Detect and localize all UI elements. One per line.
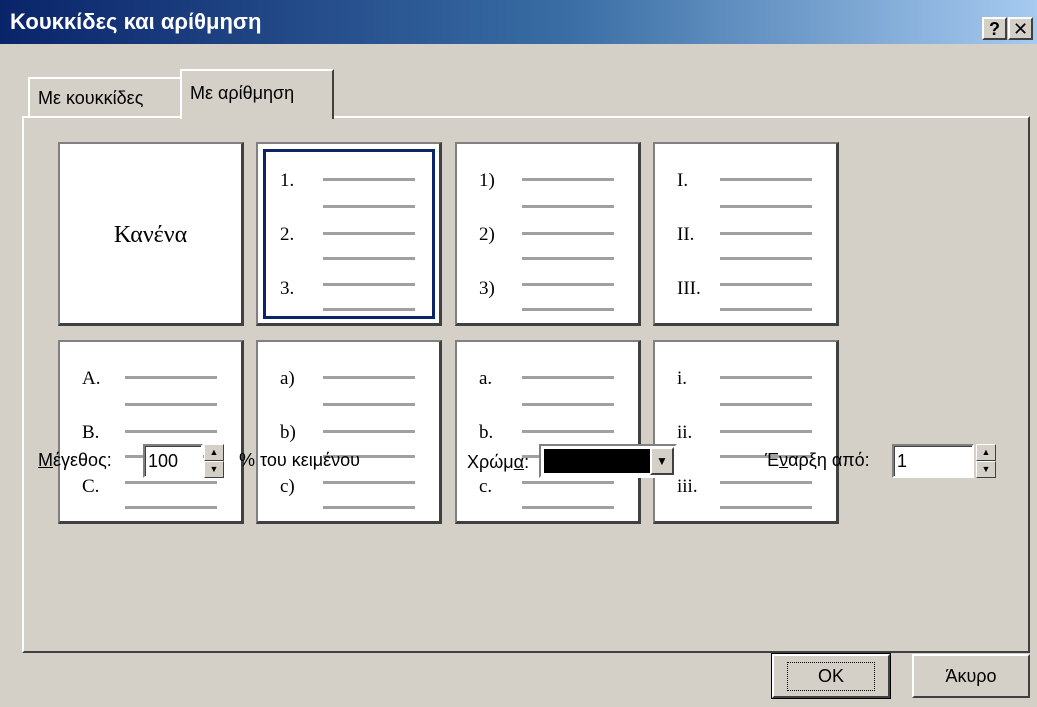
spin-up-icon[interactable]: ▲ (976, 444, 996, 461)
size-suffix: % του κειμένου (239, 450, 360, 470)
style-decimal-paren[interactable]: 1) 2) 3) (455, 142, 641, 326)
close-icon: ✕ (1012, 18, 1029, 39)
text-line (720, 403, 812, 406)
size-input[interactable]: 100 (143, 444, 203, 478)
marker: 2) (479, 224, 495, 245)
tab-bullets-label: Με κουκκίδες (38, 88, 144, 108)
text-line (720, 506, 812, 509)
text-line (323, 403, 415, 406)
help-button[interactable]: ? (982, 17, 1007, 40)
marker: a) (280, 368, 295, 389)
text-line (720, 430, 812, 433)
marker: 3) (479, 278, 495, 299)
text-line (323, 257, 415, 260)
text-line (522, 481, 614, 484)
start-at-spinner[interactable]: ▲ ▼ (976, 444, 996, 478)
marker: 2. (280, 224, 295, 245)
text-line (522, 376, 614, 379)
marker: III. (677, 278, 701, 299)
marker: B. (82, 422, 100, 443)
text-line (720, 232, 812, 235)
tab-numbered[interactable]: Με αρίθμηση (180, 69, 334, 119)
title-bar: Κουκκίδες και αρίθμηση ? ✕ (0, 0, 1037, 44)
marker: b. (479, 422, 494, 443)
marker: c. (479, 476, 493, 497)
size-spinner[interactable]: ▲ ▼ (204, 444, 224, 478)
marker: I. (677, 170, 689, 191)
text-line (323, 308, 415, 311)
color-dropdown[interactable]: ▼ (539, 444, 677, 478)
text-line (323, 506, 415, 509)
chevron-down-icon[interactable]: ▼ (650, 447, 674, 475)
color-swatch (544, 449, 650, 473)
marker: a. (479, 368, 493, 389)
text-line (522, 205, 614, 208)
cancel-button[interactable]: Άκυρο (912, 654, 1030, 698)
text-line (720, 376, 812, 379)
text-line (323, 376, 415, 379)
start-at-input[interactable]: 1 (892, 444, 974, 478)
text-line (323, 205, 415, 208)
text-line (522, 232, 614, 235)
text-line (522, 403, 614, 406)
window-title: Κουκκίδες και αρίθμηση (10, 9, 262, 34)
start-at-label: Έναρξη από: (765, 450, 870, 470)
marker: 1) (479, 170, 495, 191)
text-line (720, 257, 812, 260)
text-line (522, 178, 614, 181)
text-line (323, 178, 415, 181)
text-line (522, 283, 614, 286)
style-upper-roman[interactable]: I. II. III. (653, 142, 839, 326)
marker: b) (280, 422, 296, 443)
tab-bullets[interactable]: Με κουκκίδες (28, 77, 182, 117)
text-line (125, 403, 217, 406)
text-line (125, 430, 217, 433)
none-label: Κανένα (113, 222, 188, 248)
spin-down-icon[interactable]: ▼ (204, 461, 224, 478)
text-line (720, 283, 812, 286)
text-line (522, 308, 614, 311)
marker: II. (677, 224, 695, 245)
text-line (522, 257, 614, 260)
marker: i. (677, 368, 688, 389)
ok-button[interactable]: OK (771, 653, 891, 699)
marker: iii. (677, 476, 698, 497)
color-label: Χρώμα: (467, 452, 530, 472)
marker: c) (280, 476, 295, 497)
text-line (720, 308, 812, 311)
text-line (323, 430, 415, 433)
marker: ii. (677, 422, 693, 443)
text-line (323, 283, 415, 286)
marker: C. (82, 476, 100, 497)
style-decimal-period[interactable]: 1. 2. 3. (256, 142, 442, 326)
marker: 1. (280, 170, 295, 191)
marker: 3. (280, 278, 295, 299)
marker: A. (82, 368, 101, 389)
spin-up-icon[interactable]: ▲ (204, 444, 224, 461)
text-line (323, 481, 415, 484)
text-line (125, 506, 217, 509)
tab-numbered-label: Με αρίθμηση (190, 83, 295, 103)
style-lower-alpha-period[interactable]: a. b. c. (455, 340, 641, 524)
text-line (323, 232, 415, 235)
text-line (125, 481, 217, 484)
text-line (522, 506, 614, 509)
text-line (720, 178, 812, 181)
text-line (720, 481, 812, 484)
text-line (522, 430, 614, 433)
close-button[interactable]: ✕ (1008, 17, 1033, 40)
style-upper-alpha[interactable]: A. B. C. (58, 340, 244, 524)
text-line (720, 205, 812, 208)
style-none[interactable]: Κανένα (58, 142, 244, 326)
style-lower-alpha-paren[interactable]: a) b) c) (256, 340, 442, 524)
text-line (125, 376, 217, 379)
size-label: Μέγεθος: (38, 450, 112, 470)
spin-down-icon[interactable]: ▼ (976, 461, 996, 478)
ok-button-label: OK (786, 661, 875, 691)
style-lower-roman[interactable]: i. ii. iii. (653, 340, 839, 524)
